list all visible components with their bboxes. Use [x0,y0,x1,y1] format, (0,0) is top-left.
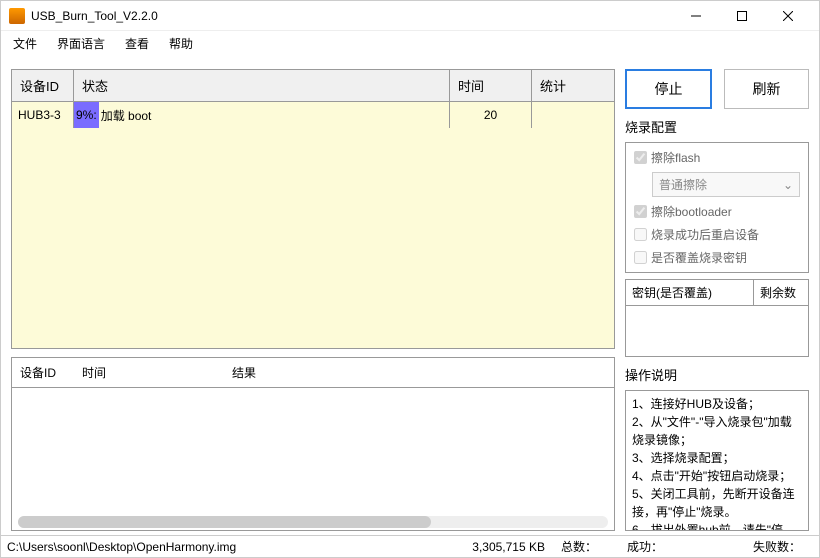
menu-help[interactable]: 帮助 [165,33,197,54]
statusbar: C:\Users\soonl\Desktop\OpenHarmony.img 3… [1,535,819,557]
key-table-header: 密钥(是否覆盖) 剩余数 [626,280,808,306]
content-area: 设备ID 状态 时间 统计 HUB3-3 9%: 加载 boot 20 [1,55,819,535]
table-row[interactable]: HUB3-3 9%: 加载 boot 20 [12,102,614,128]
menu-language[interactable]: 界面语言 [53,33,109,54]
menubar: 文件 界面语言 查看 帮助 [1,31,819,55]
erase-flash-checkbox[interactable]: 擦除flash [634,149,800,166]
result-table-header: 设备ID 时间 结果 [12,358,614,388]
rcol-result[interactable]: 结果 [224,358,614,387]
instruction-line: 5、关闭工具前，先断开设备连接，再"停止"烧录。 [632,485,802,521]
window-controls [673,2,811,30]
menu-file[interactable]: 文件 [9,33,41,54]
close-button[interactable] [765,2,811,30]
col-time[interactable]: 时间 [450,70,532,101]
instruction-line: 1、连接好HUB及设备； [632,395,802,413]
result-table: 设备ID 时间 结果 [11,357,615,531]
kcol-remain[interactable]: 剩余数 [754,280,808,305]
col-stat[interactable]: 统计 [532,70,614,101]
refresh-button[interactable]: 刷新 [724,69,809,109]
erase-bootloader-input[interactable] [634,205,647,218]
left-column: 设备ID 状态 时间 统计 HUB3-3 9%: 加载 boot 20 [11,69,615,531]
device-table: 设备ID 状态 时间 统计 HUB3-3 9%: 加载 boot 20 [11,69,615,349]
status-fail-label: 失败数： [747,538,819,555]
minimize-button[interactable] [673,2,719,30]
override-key-input[interactable] [634,251,647,264]
instructions-box: 1、连接好HUB及设备； 2、从"文件"-"导入烧录包"加载烧录镜像； 3、选择… [625,390,809,531]
instruction-line: 4、点击"开始"按钮启动烧录； [632,467,802,485]
erase-flash-input[interactable] [634,151,647,164]
config-box: 擦除flash 普通擦除⌄ 擦除bootloader 烧录成功后重启设备 是否覆… [625,142,809,273]
scrollbar-thumb[interactable] [18,516,431,528]
right-column: 停止 刷新 烧录配置 擦除flash 普通擦除⌄ 擦除bootloader 烧录… [625,69,809,531]
key-table: 密钥(是否覆盖) 剩余数 [625,279,809,357]
cell-time: 20 [450,102,532,128]
col-status[interactable]: 状态 [74,70,450,101]
status-path: C:\Users\soonl\Desktop\OpenHarmony.img [1,540,435,554]
rcol-time[interactable]: 时间 [74,358,224,387]
progress-indicator: 9%: [74,102,99,128]
device-table-header: 设备ID 状态 时间 统计 [12,70,614,102]
override-key-checkbox[interactable]: 是否覆盖烧录密钥 [634,249,800,266]
titlebar: USB_Burn_Tool_V2.2.0 [1,1,819,31]
instruction-line: 3、选择烧录配置； [632,449,802,467]
instruction-line: 6、拔出外置hub前，请先"停止"烧录并关闭工具。 [632,521,802,531]
button-row: 停止 刷新 [625,69,809,109]
horizontal-scrollbar[interactable] [18,516,608,528]
rcol-device-id[interactable]: 设备ID [12,358,74,387]
menu-view[interactable]: 查看 [121,33,153,54]
cell-stat [532,102,614,128]
cell-status: 9%: 加载 boot [74,102,450,128]
kcol-key[interactable]: 密钥(是否覆盖) [626,280,754,305]
cell-device-id: HUB3-3 [12,102,74,128]
app-window: USB_Burn_Tool_V2.2.0 文件 界面语言 查看 帮助 设备ID … [0,0,820,558]
instructions-title: 操作说明 [625,365,809,384]
status-text: 加载 boot [99,107,152,124]
stop-button[interactable]: 停止 [625,69,712,109]
instruction-line: 2、从"文件"-"导入烧录包"加载烧录镜像； [632,413,802,449]
erase-bootloader-checkbox[interactable]: 擦除bootloader [634,203,800,220]
col-device-id[interactable]: 设备ID [12,70,74,101]
window-title: USB_Burn_Tool_V2.2.0 [31,9,673,23]
chevron-down-icon: ⌄ [783,178,793,192]
erase-mode-select[interactable]: 普通擦除⌄ [652,172,800,197]
status-success-label: 成功： [627,538,747,555]
status-total-label: 总数： [555,538,627,555]
maximize-button[interactable] [719,2,765,30]
app-icon [9,8,25,24]
status-size: 3,305,715 KB [435,540,555,554]
reboot-after-checkbox[interactable]: 烧录成功后重启设备 [634,226,800,243]
reboot-after-input[interactable] [634,228,647,241]
config-title: 烧录配置 [625,117,809,136]
result-table-body [12,388,614,530]
